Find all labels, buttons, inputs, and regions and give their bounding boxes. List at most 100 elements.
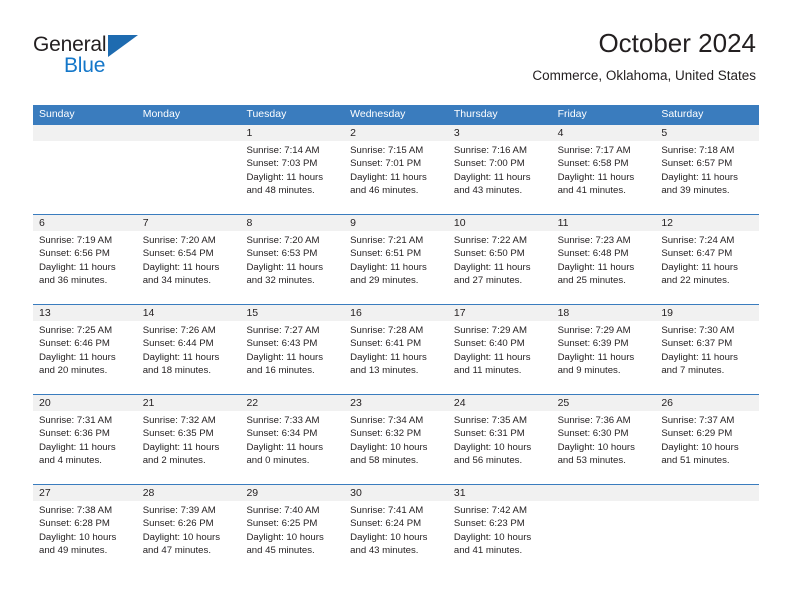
day-number[interactable]: 2	[344, 125, 448, 141]
day-number[interactable]: 15	[240, 305, 344, 321]
day-number[interactable]: 9	[344, 215, 448, 231]
day-cell[interactable]: Sunrise: 7:26 AM Sunset: 6:44 PM Dayligh…	[137, 321, 241, 394]
day-cell[interactable]: Sunrise: 7:20 AM Sunset: 6:53 PM Dayligh…	[240, 231, 344, 304]
day-cell[interactable]: Sunrise: 7:39 AM Sunset: 6:26 PM Dayligh…	[137, 501, 241, 574]
sunrise-text: Sunrise: 7:39 AM	[142, 505, 216, 516]
sunset-text: Sunset: 6:51 PM	[350, 248, 422, 260]
day-number[interactable]: 5	[655, 125, 759, 141]
day-cell[interactable]: Sunrise: 7:41 AM Sunset: 6:24 PM Dayligh…	[344, 501, 448, 574]
day-number[interactable]: 16	[344, 305, 448, 321]
sunset-text: Sunset: 6:41 PM	[350, 338, 422, 350]
day-cell[interactable]: Sunrise: 7:28 AM Sunset: 6:41 PM Dayligh…	[344, 321, 448, 394]
day-cell[interactable]: Sunrise: 7:15 AM Sunset: 7:01 PM Dayligh…	[344, 141, 448, 214]
day-cell[interactable]: Sunrise: 7:32 AM Sunset: 6:35 PM Dayligh…	[137, 411, 241, 484]
daylight-text: Daylight: 11 hours and 11 minutes.	[453, 351, 531, 377]
day-cell[interactable]: Sunrise: 7:23 AM Sunset: 6:48 PM Dayligh…	[552, 231, 656, 304]
day-number[interactable]: 6	[33, 215, 137, 231]
day-cell[interactable]	[137, 141, 241, 214]
day-number[interactable]	[552, 485, 656, 501]
sunrise-text: Sunrise: 7:38 AM	[39, 505, 113, 516]
day-cell[interactable]: Sunrise: 7:35 AM Sunset: 6:31 PM Dayligh…	[448, 411, 552, 484]
day-number[interactable]: 31	[448, 485, 552, 501]
day-number[interactable]: 8	[240, 215, 344, 231]
general-blue-logo[interactable]: General Blue	[33, 33, 213, 83]
day-cell[interactable]: Sunrise: 7:36 AM Sunset: 6:30 PM Dayligh…	[552, 411, 656, 484]
day-cell[interactable]: Sunrise: 7:29 AM Sunset: 6:40 PM Dayligh…	[448, 321, 552, 394]
sunrise-text: Sunrise: 7:30 AM	[661, 325, 735, 336]
day-cell[interactable]	[655, 501, 759, 574]
day-number[interactable]: 30	[344, 485, 448, 501]
sunset-text: Sunset: 6:28 PM	[39, 518, 110, 530]
daylight-text: Daylight: 10 hours and 58 minutes.	[350, 441, 428, 467]
day-cell[interactable]: Sunrise: 7:37 AM Sunset: 6:29 PM Dayligh…	[655, 411, 759, 484]
day-cell[interactable]: Sunrise: 7:24 AM Sunset: 6:47 PM Dayligh…	[655, 231, 759, 304]
day-cell[interactable]: Sunrise: 7:14 AM Sunset: 7:03 PM Dayligh…	[240, 141, 344, 214]
sunrise-text: Sunrise: 7:40 AM	[246, 505, 320, 516]
day-cell[interactable]: Sunrise: 7:31 AM Sunset: 6:36 PM Dayligh…	[33, 411, 137, 484]
day-number[interactable]: 21	[137, 395, 241, 411]
daylight-text: Daylight: 11 hours and 36 minutes.	[39, 261, 116, 287]
sunrise-text: Sunrise: 7:22 AM	[453, 235, 527, 246]
day-cell[interactable]: Sunrise: 7:18 AM Sunset: 6:57 PM Dayligh…	[655, 141, 759, 214]
day-cell[interactable]: Sunrise: 7:33 AM Sunset: 6:34 PM Dayligh…	[240, 411, 344, 484]
day-cell[interactable]	[552, 501, 656, 574]
day-number[interactable]: 23	[344, 395, 448, 411]
sunset-text: Sunset: 6:50 PM	[453, 248, 525, 260]
week-row: 1 2 3 4 5 Sunrise: 7:14 AM Sunset: 7:03 …	[33, 124, 759, 214]
day-number[interactable]: 22	[240, 395, 344, 411]
day-number[interactable]	[137, 125, 241, 141]
calendar-page: General Blue October 2024 Commerce, Okla…	[0, 0, 792, 612]
sunrise-text: Sunrise: 7:29 AM	[557, 325, 631, 336]
day-number[interactable]	[655, 485, 759, 501]
day-cell[interactable]: Sunrise: 7:17 AM Sunset: 6:58 PM Dayligh…	[552, 141, 656, 214]
day-number[interactable]: 20	[33, 395, 137, 411]
day-number[interactable]: 17	[448, 305, 552, 321]
day-number[interactable]: 14	[137, 305, 241, 321]
day-number[interactable]: 1	[240, 125, 344, 141]
day-cell[interactable]: Sunrise: 7:25 AM Sunset: 6:46 PM Dayligh…	[33, 321, 137, 394]
weekday-header-sunday: Sunday	[39, 108, 75, 120]
sunset-text: Sunset: 6:29 PM	[661, 428, 733, 440]
sunset-text: Sunset: 7:00 PM	[453, 158, 525, 170]
day-cell[interactable]	[33, 141, 137, 214]
day-number[interactable]: 10	[448, 215, 552, 231]
day-number[interactable]: 24	[448, 395, 552, 411]
day-number[interactable]: 28	[137, 485, 241, 501]
sunrise-text: Sunrise: 7:15 AM	[350, 145, 424, 156]
day-cell[interactable]: Sunrise: 7:27 AM Sunset: 6:43 PM Dayligh…	[240, 321, 344, 394]
sunset-text: Sunset: 6:26 PM	[142, 518, 214, 530]
day-number[interactable]: 7	[137, 215, 241, 231]
sunset-text: Sunset: 6:56 PM	[39, 248, 110, 260]
day-number[interactable]: 25	[552, 395, 656, 411]
sunset-text: Sunset: 6:37 PM	[661, 338, 733, 350]
day-number[interactable]: 3	[448, 125, 552, 141]
day-cell[interactable]: Sunrise: 7:40 AM Sunset: 6:25 PM Dayligh…	[240, 501, 344, 574]
sunrise-text: Sunrise: 7:23 AM	[557, 235, 631, 246]
day-number[interactable]: 13	[33, 305, 137, 321]
day-cell[interactable]: Sunrise: 7:19 AM Sunset: 6:56 PM Dayligh…	[33, 231, 137, 304]
day-number[interactable]: 27	[33, 485, 137, 501]
day-number[interactable]: 11	[552, 215, 656, 231]
day-number[interactable]: 18	[552, 305, 656, 321]
day-number[interactable]: 19	[655, 305, 759, 321]
sunrise-text: Sunrise: 7:21 AM	[350, 235, 424, 246]
day-number[interactable]	[33, 125, 137, 141]
day-cell[interactable]: Sunrise: 7:30 AM Sunset: 6:37 PM Dayligh…	[655, 321, 759, 394]
day-cell[interactable]: Sunrise: 7:20 AM Sunset: 6:54 PM Dayligh…	[137, 231, 241, 304]
day-cell[interactable]: Sunrise: 7:29 AM Sunset: 6:39 PM Dayligh…	[552, 321, 656, 394]
day-cell[interactable]: Sunrise: 7:42 AM Sunset: 6:23 PM Dayligh…	[448, 501, 552, 574]
day-number[interactable]: 12	[655, 215, 759, 231]
week-date-number-band: 13 14 15 16 17 18 19	[33, 305, 759, 321]
day-number[interactable]: 26	[655, 395, 759, 411]
day-cell[interactable]: Sunrise: 7:21 AM Sunset: 6:51 PM Dayligh…	[344, 231, 448, 304]
day-cell[interactable]: Sunrise: 7:16 AM Sunset: 7:00 PM Dayligh…	[448, 141, 552, 214]
day-cell[interactable]: Sunrise: 7:22 AM Sunset: 6:50 PM Dayligh…	[448, 231, 552, 304]
day-number[interactable]: 4	[552, 125, 656, 141]
sunrise-text: Sunrise: 7:25 AM	[39, 325, 113, 336]
day-number[interactable]: 29	[240, 485, 344, 501]
day-cell[interactable]: Sunrise: 7:34 AM Sunset: 6:32 PM Dayligh…	[344, 411, 448, 484]
daylight-text: Daylight: 11 hours and 34 minutes.	[142, 261, 220, 287]
sunrise-text: Sunrise: 7:34 AM	[350, 415, 424, 426]
week-date-number-band: 20 21 22 23 24 25 26	[33, 395, 759, 411]
day-cell[interactable]: Sunrise: 7:38 AM Sunset: 6:28 PM Dayligh…	[33, 501, 137, 574]
